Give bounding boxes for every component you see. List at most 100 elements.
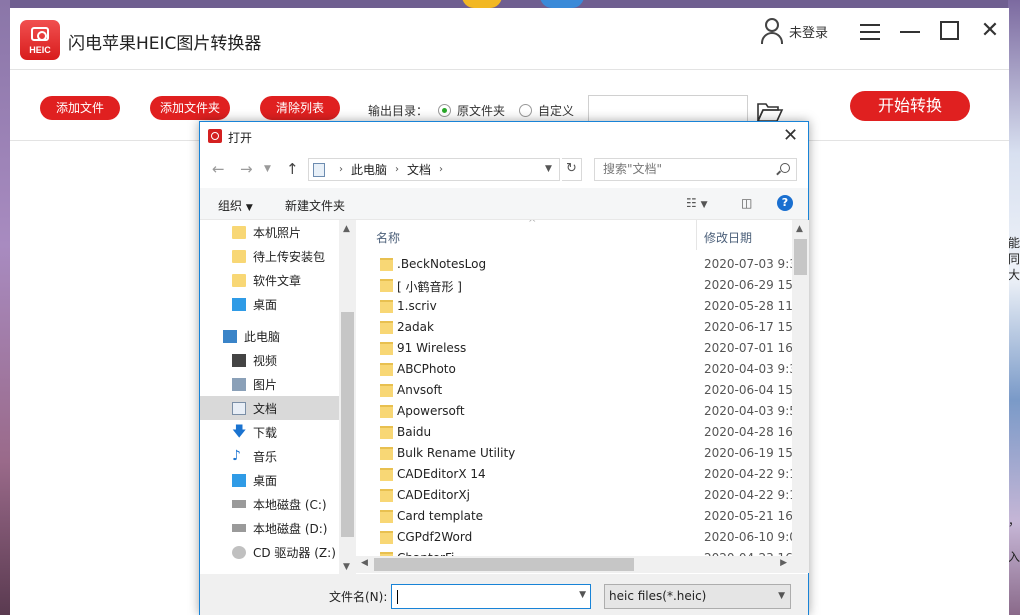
- file-row[interactable]: Apowersoft 2020-04-03 9:5: [356, 401, 792, 422]
- file-list-horizontal-scrollbar[interactable]: ◀ ▶: [356, 556, 792, 573]
- folder-icon: [380, 426, 393, 439]
- file-row[interactable]: 1.scriv 2020-05-28 11:: [356, 296, 792, 317]
- column-header-name[interactable]: 名称: [376, 229, 400, 246]
- output-dir-label: 输出目录：: [368, 104, 429, 118]
- up-arrow-icon[interactable]: ↑: [286, 160, 299, 178]
- add-folder-button[interactable]: 添加文件夹: [150, 96, 230, 120]
- forward-arrow-icon[interactable]: →: [240, 160, 253, 178]
- user-login[interactable]: 未登录: [760, 18, 828, 44]
- radio-custom-folder[interactable]: 自定义: [519, 102, 574, 119]
- nav-item-drive-c[interactable]: 本地磁盘 (C:): [200, 492, 339, 516]
- back-arrow-icon[interactable]: ←: [212, 160, 225, 178]
- breadcrumb-this-pc[interactable]: 此电脑: [351, 161, 387, 178]
- search-icon: [780, 163, 790, 173]
- help-icon[interactable]: ?: [777, 195, 793, 211]
- filename-input[interactable]: ▼: [391, 584, 591, 609]
- nav-item-documents[interactable]: 文档: [200, 396, 339, 420]
- nav-item-label: CD 驱动器 (Z:): [253, 545, 336, 560]
- radio-original-folder[interactable]: 原文件夹: [438, 102, 505, 119]
- nav-item-local-photos[interactable]: 本机照片: [200, 220, 339, 244]
- file-row[interactable]: CGPdf2Word 2020-06-10 9:0: [356, 527, 792, 548]
- nav-item-label: 此电脑: [244, 329, 281, 344]
- file-row[interactable]: Anvsoft 2020-06-04 15:: [356, 380, 792, 401]
- file-row[interactable]: Bulk Rename Utility 2020-06-19 15:: [356, 443, 792, 464]
- nav-item-music[interactable]: ♪ 音乐: [200, 444, 339, 468]
- nav-item-software-articles[interactable]: 软件文章: [200, 268, 339, 292]
- background-char: 入: [1008, 550, 1020, 564]
- new-folder-button[interactable]: 新建文件夹: [285, 197, 345, 214]
- file-name: Baidu: [397, 425, 432, 439]
- file-list-vertical-scrollbar[interactable]: ▲: [792, 220, 809, 556]
- scroll-right-icon[interactable]: ▶: [780, 558, 787, 568]
- file-date: 2020-06-10 9:0: [704, 530, 792, 544]
- nav-item-desktop-quick[interactable]: 桌面: [200, 292, 339, 316]
- file-row[interactable]: CADEditorXj 2020-04-22 9:1: [356, 485, 792, 506]
- title-bar: HEIC 闪电苹果HEIC图片转换器 未登录 ✕: [10, 8, 1009, 70]
- preview-pane-icon[interactable]: ◫: [741, 196, 752, 210]
- scroll-up-icon[interactable]: ▲: [796, 224, 803, 234]
- view-options-icon[interactable]: ☷ ▼: [686, 196, 708, 210]
- nav-item-label: 本地磁盘 (D:): [253, 521, 328, 536]
- maximize-button[interactable]: [936, 20, 964, 44]
- scroll-down-icon[interactable]: ▼: [343, 562, 350, 572]
- nav-item-this-pc[interactable]: 此电脑: [200, 324, 339, 348]
- nav-item-pictures[interactable]: 图片: [200, 372, 339, 396]
- chevron-down-icon[interactable]: ▼: [579, 590, 586, 600]
- nav-item-cd-drive[interactable]: CD 驱动器 (Z:): [200, 540, 339, 564]
- filetype-select[interactable]: heic files(*.heic) ▼: [604, 584, 791, 609]
- scrollbar-thumb[interactable]: [341, 312, 354, 537]
- column-divider[interactable]: [696, 220, 697, 250]
- column-header-date[interactable]: 修改日期: [704, 229, 752, 246]
- nav-item-downloads[interactable]: 🡇 下载: [200, 420, 339, 444]
- scrollbar-thumb[interactable]: [794, 239, 807, 275]
- file-date: 2020-07-01 16:: [704, 341, 792, 355]
- folder-icon: [232, 273, 246, 287]
- refresh-icon[interactable]: ↻: [562, 158, 582, 181]
- search-input[interactable]: 搜索"文档": [594, 158, 797, 181]
- folder-icon: [380, 363, 393, 376]
- file-row[interactable]: 91 Wireless 2020-07-01 16:: [356, 338, 792, 359]
- clear-list-button[interactable]: 清除列表: [260, 96, 340, 120]
- file-name: CADEditorX 14: [397, 467, 486, 481]
- nav-item-pending-packages[interactable]: 待上传安装包: [200, 244, 339, 268]
- file-row[interactable]: Card template 2020-05-21 16:: [356, 506, 792, 527]
- nav-item-desktop[interactable]: 桌面: [200, 468, 339, 492]
- address-bar[interactable]: › 此电脑 › 文档 › ▼: [308, 158, 560, 181]
- nav-item-label: 本地磁盘 (C:): [253, 497, 327, 512]
- menu-button[interactable]: [856, 20, 884, 44]
- file-date: 2020-04-22 9:1: [704, 467, 792, 481]
- nav-item-videos[interactable]: 视频: [200, 348, 339, 372]
- file-row[interactable]: CADEditorX 14 2020-04-22 9:1: [356, 464, 792, 485]
- file-date: 2020-04-03 9:3: [704, 362, 792, 376]
- start-convert-button[interactable]: 开始转换: [850, 91, 970, 121]
- breadcrumb-documents[interactable]: 文档: [407, 161, 431, 178]
- file-row[interactable]: ABCPhoto 2020-04-03 9:3: [356, 359, 792, 380]
- add-file-button[interactable]: 添加文件: [40, 96, 120, 120]
- recent-dropdown-icon[interactable]: ▼: [264, 164, 271, 174]
- file-row[interactable]: 2adak 2020-06-17 15:: [356, 317, 792, 338]
- file-row[interactable]: .BeckNotesLog 2020-07-03 9:3: [356, 254, 792, 275]
- scroll-left-icon[interactable]: ◀: [361, 558, 368, 568]
- file-row[interactable]: Baidu 2020-04-28 16:: [356, 422, 792, 443]
- organize-menu[interactable]: 组织 ▼: [218, 197, 253, 214]
- folder-icon: [380, 447, 393, 460]
- chevron-down-icon: ▼: [245, 203, 253, 213]
- folder-icon: [380, 384, 393, 397]
- file-row[interactable]: [ 小鹤音形 ] 2020-06-29 15:: [356, 275, 792, 296]
- dialog-close-icon[interactable]: ✕: [783, 125, 798, 146]
- camera-icon: [31, 27, 49, 41]
- file-list: ^ 名称 修改日期 .BeckNotesLog 2020-07-03 9:3 [ …: [356, 220, 808, 574]
- music-icon: ♪: [232, 447, 241, 464]
- scrollbar-thumb[interactable]: [374, 558, 634, 571]
- nav-pane-scrollbar[interactable]: ▲ ▼: [339, 220, 356, 574]
- folder-open-icon[interactable]: [756, 101, 784, 123]
- minimize-button[interactable]: [896, 20, 924, 44]
- nav-item-drive-d[interactable]: 本地磁盘 (D:): [200, 516, 339, 540]
- close-button[interactable]: ✕: [976, 20, 1004, 44]
- address-dropdown-icon[interactable]: ▼: [545, 164, 552, 174]
- sort-caret-icon: ^: [528, 220, 537, 229]
- app-title: 闪电苹果HEIC图片转换器: [68, 34, 262, 54]
- scroll-up-icon[interactable]: ▲: [343, 224, 350, 234]
- desktop-icon: [232, 473, 246, 487]
- folder-icon: [380, 300, 393, 313]
